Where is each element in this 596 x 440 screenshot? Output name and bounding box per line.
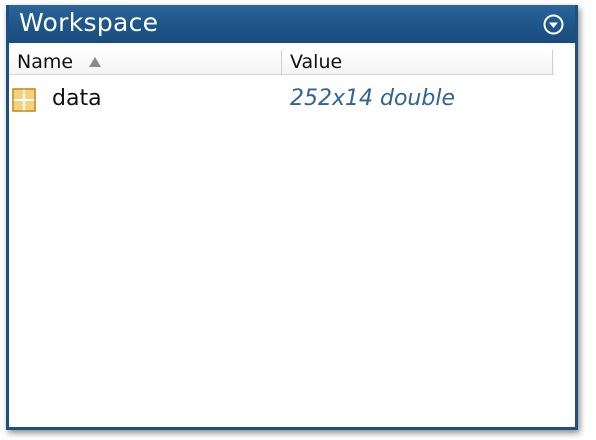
triangle-up-icon [89, 57, 101, 67]
variable-value: 252x14 double [290, 86, 455, 111]
column-header-row: Name Value [9, 50, 554, 75]
panel-options-button[interactable] [543, 14, 564, 35]
column-header-name[interactable]: Name [9, 50, 282, 74]
workspace-panel: Workspace Name Value data 252x14 double [6, 5, 578, 430]
variable-name: data [52, 86, 102, 111]
circle-chevron-down-icon [543, 14, 564, 35]
column-header-name-label: Name [17, 51, 74, 73]
panel-titlebar[interactable]: Workspace [9, 5, 575, 43]
column-header-value[interactable]: Value [282, 50, 553, 74]
workspace-content: Name Value data 252x14 double [9, 43, 575, 427]
panel-title: Workspace [19, 8, 159, 37]
variable-row[interactable]: data 252x14 double [9, 85, 554, 115]
matrix-grid-icon [12, 88, 36, 112]
column-header-value-label: Value [290, 51, 343, 73]
